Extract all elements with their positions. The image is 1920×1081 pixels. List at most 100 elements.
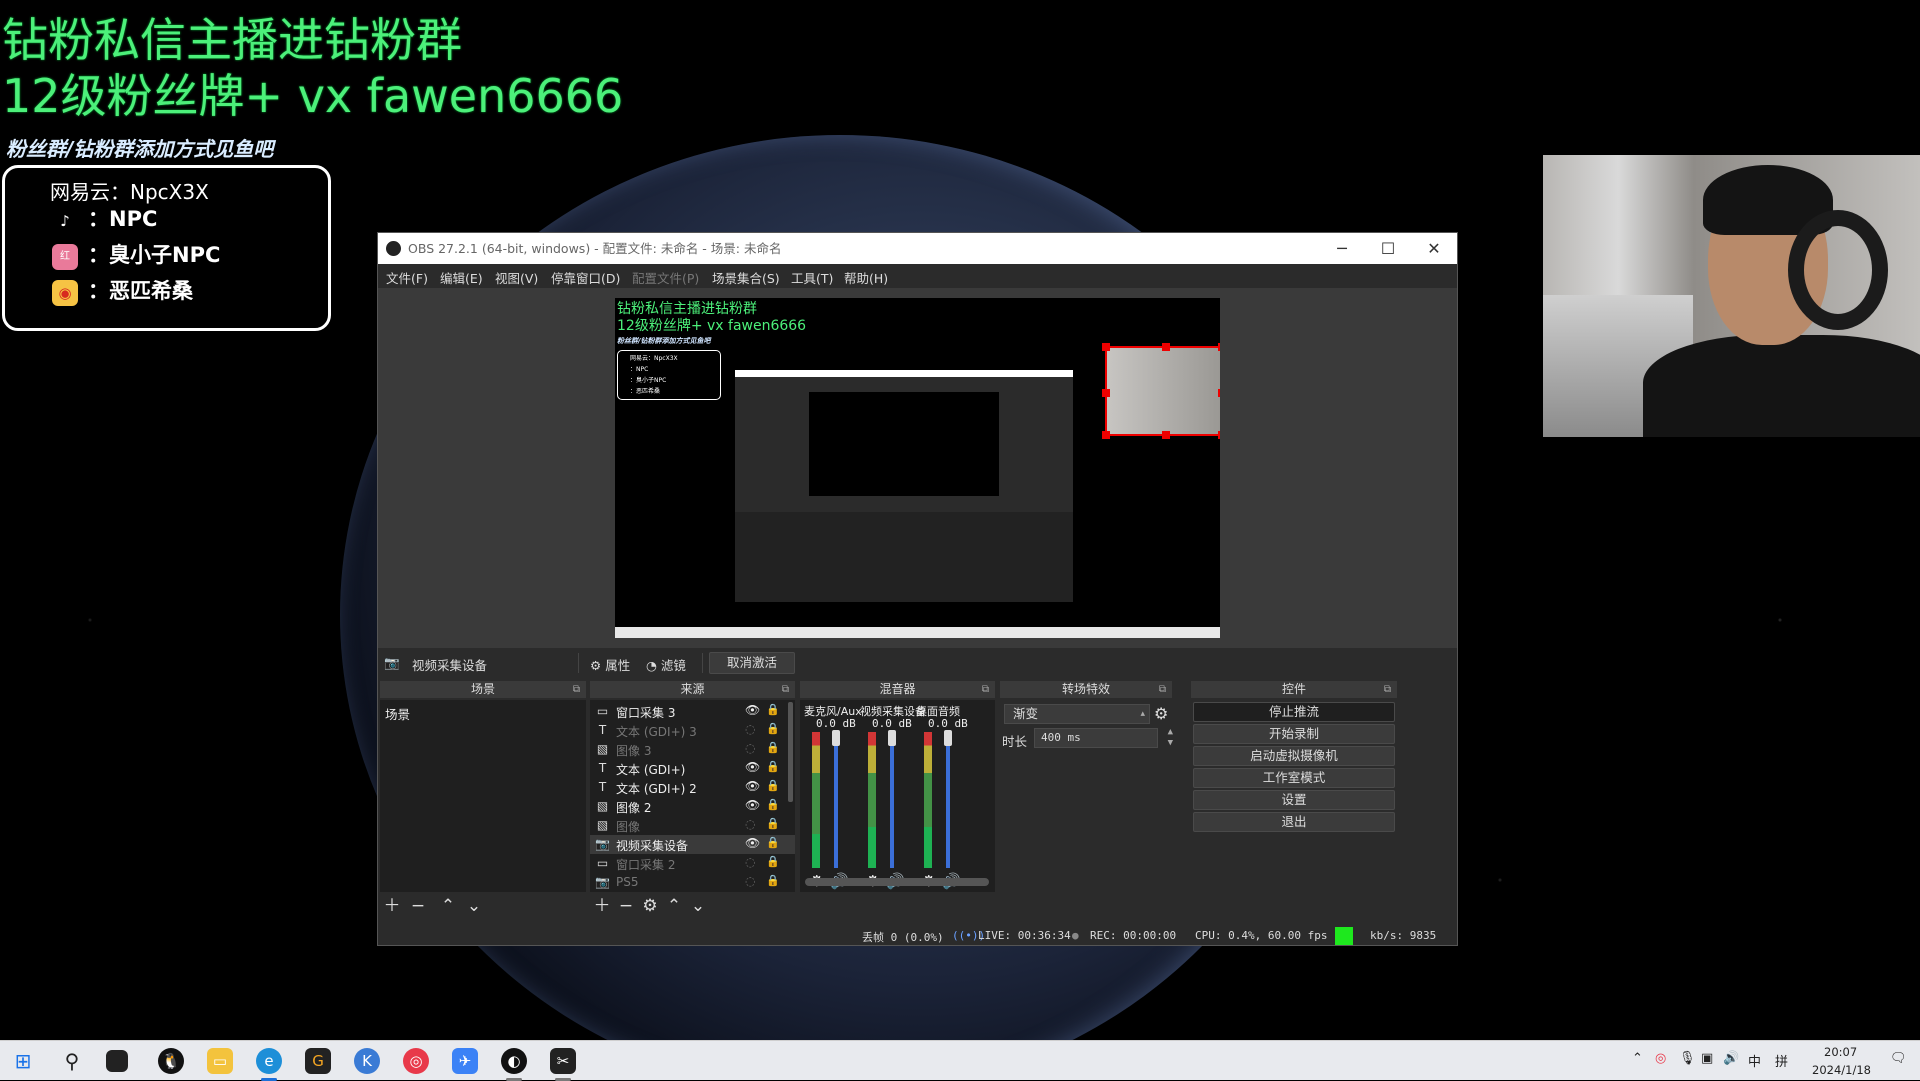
eye-icon[interactable]: 👁	[745, 779, 760, 793]
resize-handle[interactable]	[1102, 431, 1110, 439]
exit-button[interactable]: 退出	[1193, 812, 1395, 832]
task-view-icon[interactable]	[106, 1050, 128, 1072]
menu-edit[interactable]: 编辑(E)	[440, 268, 483, 287]
add-scene-button[interactable]: ＋	[382, 896, 402, 916]
transition-select[interactable]: 渐变▴▾	[1004, 704, 1150, 737]
stop-streaming-button[interactable]: 停止推流	[1193, 702, 1395, 722]
eye-hidden-icon[interactable]: ◌	[745, 817, 755, 831]
menu-file[interactable]: 文件(F)	[386, 268, 428, 287]
lock-icon[interactable]: 🔒	[766, 741, 780, 754]
tray-netease-icon[interactable]: ◎	[1655, 1051, 1666, 1066]
transition-settings-gear-icon[interactable]: ⚙	[1154, 704, 1168, 723]
lock-icon[interactable]: 🔒	[766, 817, 780, 830]
studio-mode-button[interactable]: 工作室模式	[1193, 768, 1395, 788]
tray-network-icon[interactable]: ▣	[1701, 1051, 1713, 1066]
lock-icon[interactable]: 🔒	[766, 760, 780, 773]
volume-fader-knob[interactable]	[888, 730, 896, 746]
source-row[interactable]: ▧ 图像 ◌ 🔒	[590, 816, 795, 835]
source-row[interactable]: ▭ 窗口采集 3 👁 🔒	[590, 702, 795, 721]
move-up-icon[interactable]: ⌃	[438, 896, 458, 916]
volume-fader-track[interactable]	[890, 732, 894, 868]
lock-icon[interactable]: 🔒	[766, 874, 780, 887]
eye-hidden-icon[interactable]: ◌	[745, 874, 755, 888]
kugou-icon[interactable]: K	[354, 1048, 380, 1074]
tray-ime-mode[interactable]: 拼	[1775, 1051, 1788, 1070]
selected-source-webcam[interactable]	[1102, 343, 1220, 439]
eye-hidden-icon[interactable]: ◌	[745, 855, 755, 869]
mixer-scrollbar[interactable]	[805, 878, 989, 886]
dock-float-icon[interactable]: ⧉	[982, 681, 989, 698]
resize-handle[interactable]	[1218, 343, 1220, 351]
tray-chevron-up-icon[interactable]: ⌃	[1632, 1051, 1643, 1066]
dock-float-icon[interactable]: ⧉	[782, 681, 789, 698]
lock-icon[interactable]: 🔒	[766, 836, 780, 849]
resize-handle[interactable]	[1162, 431, 1170, 439]
remove-source-button[interactable]: −	[616, 896, 636, 916]
resize-handle[interactable]	[1218, 431, 1220, 439]
edge-browser-icon[interactable]: e	[256, 1048, 282, 1074]
menu-scene-collection[interactable]: 场景集合(S)	[712, 268, 780, 287]
close-button[interactable]: ✕	[1411, 233, 1457, 264]
app-g-icon[interactable]: G	[305, 1048, 331, 1074]
eye-hidden-icon[interactable]: ◌	[745, 722, 755, 736]
source-row[interactable]: ▧ 图像 3 ◌ 🔒	[590, 740, 795, 759]
lock-icon[interactable]: 🔒	[766, 703, 780, 716]
deactivate-button[interactable]: 取消激活	[709, 652, 795, 674]
resize-handle[interactable]	[1218, 389, 1220, 397]
lock-icon[interactable]: 🔒	[766, 798, 780, 811]
duration-spinbox[interactable]: 400 ms ▲ ▼	[1034, 727, 1173, 748]
resize-handle[interactable]	[1102, 343, 1110, 351]
move-down-icon[interactable]: ⌄	[464, 896, 484, 916]
search-icon[interactable]: ⚲	[59, 1048, 85, 1074]
menu-tools[interactable]: 工具(T)	[791, 268, 833, 287]
source-row[interactable]: ▧ 图像 2 👁 🔒	[590, 797, 795, 816]
source-row[interactable]: ▭ 窗口采集 2 ◌ 🔒	[590, 854, 795, 873]
resize-handle[interactable]	[1102, 389, 1110, 397]
obs-titlebar[interactable]: OBS 27.2.1 (64-bit, windows) - 配置文件: 未命名…	[378, 233, 1457, 264]
minimize-button[interactable]: ─	[1319, 233, 1365, 264]
lock-icon[interactable]: 🔒	[766, 855, 780, 868]
start-menu-icon[interactable]: ⊞	[10, 1048, 36, 1074]
tray-microphone-icon[interactable]: 🎙	[1679, 1051, 1696, 1066]
move-down-icon[interactable]: ⌄	[688, 896, 708, 916]
source-row[interactable]: T 文本 (GDI+) 2 👁 🔒	[590, 778, 795, 797]
eye-icon[interactable]: 👁	[745, 836, 760, 850]
clock-time[interactable]: 20:07	[1824, 1045, 1857, 1059]
eye-hidden-icon[interactable]: ◌	[745, 741, 755, 755]
source-row[interactable]: T 文本 (GDI+) 👁 🔒	[590, 759, 795, 778]
preview-canvas[interactable]: 钻粉私信主播进钻粉群 12级粉丝牌+ vx fawen6666 粉丝群/钻粉群添…	[615, 298, 1220, 638]
menu-profile[interactable]: 配置文件(P)	[632, 268, 699, 287]
tray-volume-icon[interactable]: 🔊	[1723, 1051, 1739, 1066]
source-row[interactable]: T 文本 (GDI+) 3 ◌ 🔒	[590, 721, 795, 740]
spin-arrows-icon[interactable]: ▲ ▼	[1168, 727, 1173, 749]
eye-icon[interactable]: 👁	[745, 760, 760, 774]
file-explorer-icon[interactable]: ▭	[207, 1048, 233, 1074]
source-row[interactable]: 📷 PS5 ◌ 🔒	[590, 873, 795, 892]
settings-button[interactable]: 设置	[1193, 790, 1395, 810]
start-virtual-camera-button[interactable]: 启动虚拟摄像机	[1193, 746, 1395, 766]
dock-float-icon[interactable]: ⧉	[1384, 681, 1391, 698]
remove-scene-button[interactable]: −	[408, 896, 428, 916]
resize-handle[interactable]	[1162, 343, 1170, 351]
clock-date[interactable]: 2024/1/18	[1812, 1063, 1871, 1077]
netease-music-icon[interactable]: ◎	[403, 1048, 429, 1074]
obs-taskbar-icon[interactable]: ◐	[501, 1048, 527, 1074]
tray-ime-language[interactable]: 中	[1748, 1051, 1761, 1070]
filters-button[interactable]: ◔ 滤镜	[646, 655, 686, 674]
notification-icon[interactable]: 🗨	[1890, 1051, 1907, 1066]
menu-view[interactable]: 视图(V)	[495, 268, 538, 287]
volume-fader-track[interactable]	[946, 732, 950, 868]
dock-float-icon[interactable]: ⧉	[573, 681, 580, 698]
move-up-icon[interactable]: ⌃	[664, 896, 684, 916]
lock-icon[interactable]: 🔒	[766, 722, 780, 735]
dock-float-icon[interactable]: ⧉	[1159, 681, 1166, 698]
maximize-button[interactable]: ☐	[1365, 233, 1411, 264]
start-recording-button[interactable]: 开始录制	[1193, 724, 1395, 744]
feishu-icon[interactable]: ✈	[452, 1048, 478, 1074]
qq-icon[interactable]: 🐧	[158, 1048, 184, 1074]
source-row[interactable]: 📷 视频采集设备 👁 🔒	[590, 835, 795, 854]
eye-icon[interactable]: 👁	[745, 703, 760, 717]
volume-fader-knob[interactable]	[832, 730, 840, 746]
eye-icon[interactable]: 👁	[745, 798, 760, 812]
add-source-button[interactable]: ＋	[592, 896, 612, 916]
